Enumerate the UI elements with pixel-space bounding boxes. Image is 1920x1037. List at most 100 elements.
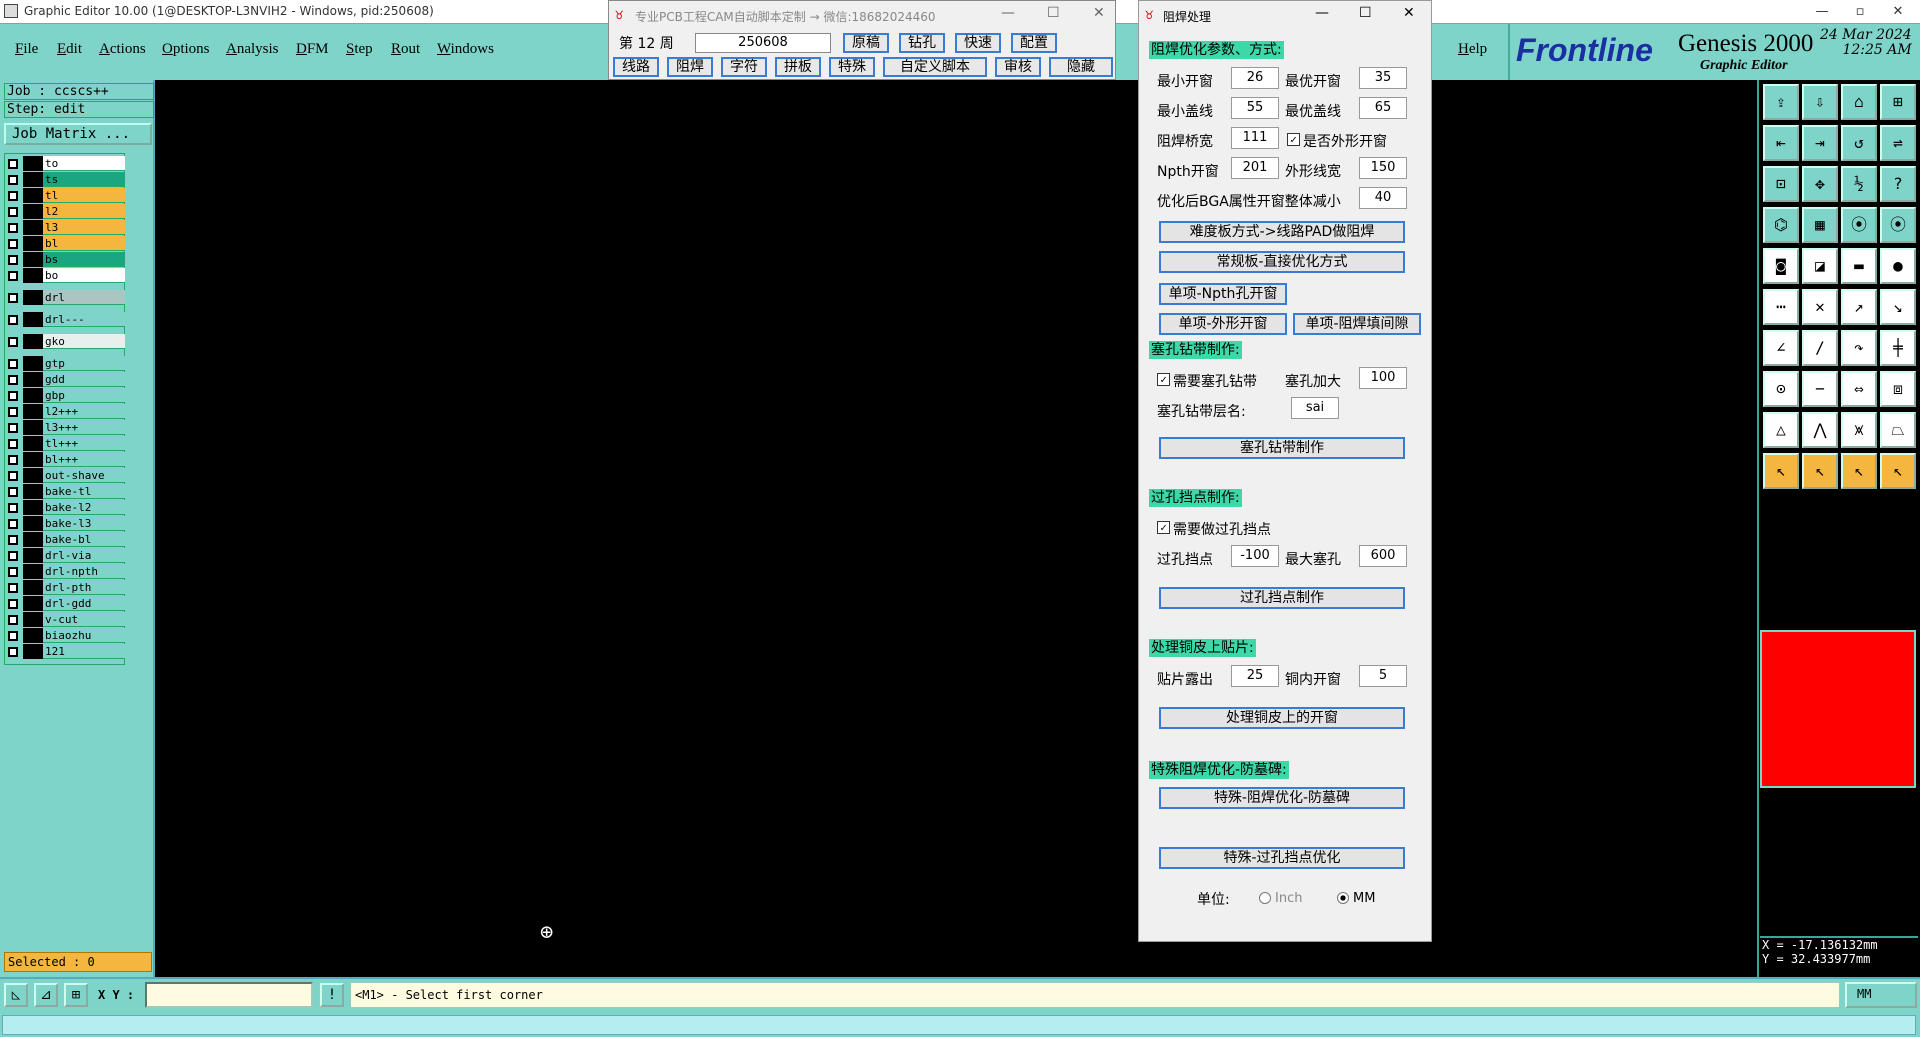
- layer-row-drl-gdd[interactable]: drl-gdd: [5, 596, 125, 611]
- menu-step[interactable]: Step: [346, 41, 373, 58]
- layer-row-biaozhu[interactable]: biaozhu: [5, 628, 125, 643]
- layer-checkbox[interactable]: [8, 599, 18, 609]
- layer-row-bake-tl[interactable]: bake-tl: [5, 484, 125, 499]
- silkscreen-button[interactable]: 字符: [721, 57, 767, 77]
- layer-row-v-cut[interactable]: v-cut: [5, 612, 125, 627]
- fit-icon[interactable]: ⊡: [1763, 166, 1799, 202]
- tombstone-button[interactable]: 特殊-阻焊优化-防墓碑: [1159, 787, 1405, 809]
- layer-checkbox[interactable]: [8, 255, 18, 265]
- fill-gap-button[interactable]: 单项-阻焊填间隙: [1293, 313, 1421, 335]
- pointer-select-icon[interactable]: ↖: [1802, 453, 1838, 489]
- bridge-input[interactable]: 111: [1231, 127, 1279, 149]
- arc-icon[interactable]: ↷: [1841, 330, 1877, 366]
- layer-row-l3+++[interactable]: l3+++: [5, 420, 125, 435]
- angle-icon[interactable]: ∠: [1763, 330, 1799, 366]
- week-input[interactable]: 250608: [695, 33, 831, 53]
- layer-checkbox[interactable]: [8, 337, 18, 347]
- max-plug-input[interactable]: 600: [1359, 545, 1407, 567]
- toolwin-close-icon[interactable]: ✕: [1093, 5, 1105, 21]
- trapezoid-icon[interactable]: ⏢: [1880, 412, 1916, 448]
- panel-button[interactable]: 拼板: [775, 57, 821, 77]
- plug-layer-input[interactable]: sai: [1291, 397, 1339, 419]
- export-icon[interactable]: ⇪: [1763, 84, 1799, 120]
- layer-name[interactable]: drl-pth: [43, 580, 125, 595]
- drill-button[interactable]: 钻孔: [899, 33, 945, 53]
- via-make-button[interactable]: 过孔挡点制作: [1159, 587, 1405, 609]
- snap-right-icon[interactable]: ⇥: [1802, 125, 1838, 161]
- layer-name[interactable]: v-cut: [43, 612, 125, 627]
- layer-checkbox[interactable]: [8, 487, 18, 497]
- layer-name[interactable]: tl: [43, 188, 125, 203]
- outline-open-button[interactable]: 单项-外形开窗: [1159, 313, 1287, 335]
- polygon-icon[interactable]: ◪: [1802, 248, 1838, 284]
- peak-icon[interactable]: ⋀: [1802, 412, 1838, 448]
- mirror-icon[interactable]: ⇌: [1880, 125, 1916, 161]
- npth-open-button[interactable]: 单项-Npth孔开窗: [1159, 283, 1287, 305]
- minimize-icon[interactable]: —: [1804, 2, 1840, 22]
- layer-checkbox[interactable]: [8, 423, 18, 433]
- menu-edit[interactable]: Edit: [57, 41, 82, 58]
- layer-checkbox[interactable]: [8, 375, 18, 385]
- plug-add-input[interactable]: 100: [1359, 367, 1407, 389]
- layer-row-tl[interactable]: tl: [5, 188, 125, 203]
- measure-icon[interactable]: ⌬: [1763, 207, 1799, 243]
- rotate-icon[interactable]: ↺: [1841, 125, 1877, 161]
- layer-name[interactable]: l3: [43, 220, 125, 235]
- menu-windows[interactable]: Windows: [437, 41, 494, 58]
- layer-name[interactable]: bake-bl: [43, 532, 125, 547]
- hard-board-button[interactable]: 难度板方式->线路PAD做阻焊: [1159, 221, 1405, 243]
- config-button[interactable]: 配置: [1011, 33, 1057, 53]
- layer-checkbox[interactable]: [8, 439, 18, 449]
- original-button[interactable]: 原稿: [843, 33, 889, 53]
- layer-row-gtp[interactable]: gtp: [5, 356, 125, 371]
- line-icon[interactable]: ↗: [1841, 289, 1877, 325]
- layer-checkbox[interactable]: [8, 293, 18, 303]
- layer-name[interactable]: 121: [43, 644, 125, 659]
- scale-icon[interactable]: ½: [1841, 166, 1877, 202]
- layer-row-bake-l2[interactable]: bake-l2: [5, 500, 125, 515]
- layer-name[interactable]: drl: [43, 290, 125, 305]
- zoom-fit-icon[interactable]: ◺: [4, 983, 28, 1007]
- layer-name[interactable]: bake-l2: [43, 500, 125, 515]
- unit-select[interactable]: MM: [1845, 982, 1917, 1008]
- pan-icon[interactable]: ✥: [1802, 166, 1838, 202]
- snap-left-icon[interactable]: ⇤: [1763, 125, 1799, 161]
- layer-checkbox[interactable]: [8, 535, 18, 545]
- min-open-input[interactable]: 26: [1231, 67, 1279, 89]
- menu-dfm[interactable]: DFM: [296, 41, 329, 58]
- layer-checkbox[interactable]: [8, 503, 18, 513]
- job-matrix-button[interactable]: Job Matrix ...: [4, 123, 152, 145]
- layers-icon[interactable]: ⦿: [1841, 207, 1877, 243]
- custom-script-button[interactable]: 自定义脚本: [883, 57, 987, 77]
- layer-row-drl-npth[interactable]: drl-npth: [5, 564, 125, 579]
- layer-checkbox[interactable]: [8, 239, 18, 249]
- via-dot-input[interactable]: -100: [1231, 545, 1279, 567]
- layer-name[interactable]: bl+++: [43, 452, 125, 467]
- delete-icon[interactable]: ✕: [1802, 289, 1838, 325]
- layer-checkbox[interactable]: [8, 207, 18, 217]
- menu-help[interactable]: Help: [1458, 41, 1487, 58]
- layer-name[interactable]: gbp: [43, 388, 125, 403]
- import-icon[interactable]: ⇩: [1802, 84, 1838, 120]
- layer-checkbox[interactable]: [8, 359, 18, 369]
- review-button[interactable]: 审核: [995, 57, 1041, 77]
- layer-row-bs[interactable]: bs: [5, 252, 125, 267]
- layer-name[interactable]: drl-gdd: [43, 596, 125, 611]
- triangle-icon[interactable]: △: [1763, 412, 1799, 448]
- menu-rout[interactable]: Rout: [391, 41, 420, 58]
- layer-row-l2[interactable]: l2: [5, 204, 125, 219]
- unit-inch-radio[interactable]: [1259, 892, 1271, 904]
- npth-input[interactable]: 201: [1231, 157, 1279, 179]
- home-icon[interactable]: ⌂: [1841, 84, 1877, 120]
- layer-checkbox[interactable]: [8, 391, 18, 401]
- layer-checkbox[interactable]: [8, 455, 18, 465]
- arch-icon[interactable]: ⩙: [1841, 412, 1877, 448]
- layer-name[interactable]: gko: [43, 334, 125, 349]
- outline-width-input[interactable]: 150: [1359, 157, 1407, 179]
- camera-icon[interactable]: ◙: [1763, 248, 1799, 284]
- layer-name[interactable]: biaozhu: [43, 628, 125, 643]
- special-button[interactable]: 特殊: [829, 57, 875, 77]
- layer-row-drl-via[interactable]: drl-via: [5, 548, 125, 563]
- plug-make-button[interactable]: 塞孔钻带制作: [1159, 437, 1405, 459]
- layer-checkbox[interactable]: [8, 567, 18, 577]
